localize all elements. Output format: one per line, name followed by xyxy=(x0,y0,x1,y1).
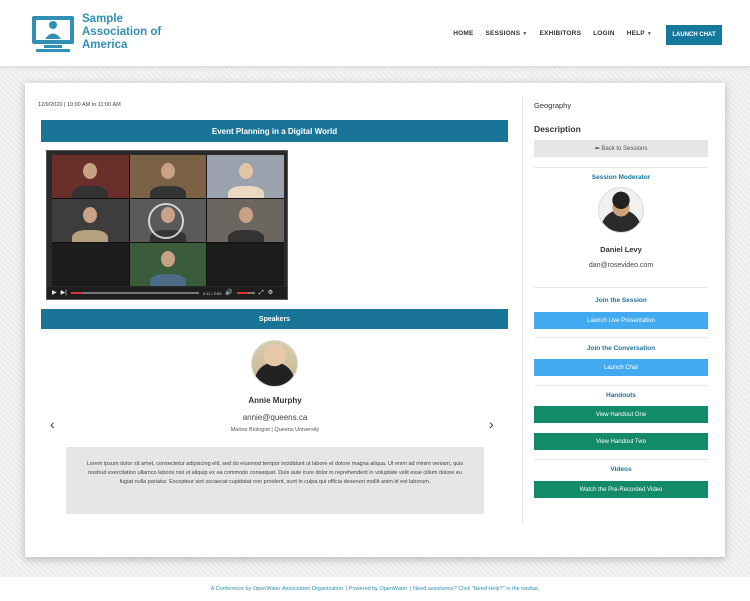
video-tile xyxy=(52,155,129,198)
speaker-name: Annie Murphy xyxy=(248,396,302,405)
launch-chat-button[interactable]: LAUNCH CHAT xyxy=(666,25,722,45)
settings-icon[interactable]: ⚙ xyxy=(268,290,273,296)
sidebar-divider xyxy=(522,97,523,523)
divider xyxy=(534,337,708,338)
chevron-left-icon[interactable]: ‹ xyxy=(50,416,55,432)
org-name[interactable]: Sample Association of America xyxy=(82,13,172,52)
moderator-heading: Session Moderator xyxy=(591,174,651,181)
nav-help[interactable]: HELP ▼ xyxy=(627,30,652,37)
play-icon[interactable]: ▶ xyxy=(52,290,57,296)
nav-exhibitors-label: EXHIBITORS xyxy=(539,30,582,37)
launch-chat-sidebar-button[interactable]: Launch Chat xyxy=(534,359,708,376)
video-tile xyxy=(207,199,284,242)
volume-icon[interactable]: 🔊 xyxy=(225,290,232,296)
main-nav: HOME SESSIONS ▼ EXHIBITORS LOGIN HELP ▼ xyxy=(453,30,652,37)
view-handout-one-button[interactable]: View Handout One xyxy=(534,406,708,423)
video-player[interactable]: ▶ ▶| 0:11 / 2:00 🔊 ⤢ ⚙ xyxy=(46,150,288,300)
caret-down-icon: ▼ xyxy=(522,30,528,37)
view-handout-two-button[interactable]: View Handout Two xyxy=(534,433,708,450)
video-tile xyxy=(207,155,284,198)
divider xyxy=(534,385,708,386)
divider xyxy=(534,287,708,288)
description-heading: Description xyxy=(534,124,581,134)
session-topic: Geography xyxy=(534,101,572,110)
nav-help-label: HELP xyxy=(626,30,645,37)
video-tile xyxy=(52,199,129,242)
moderator-avatar xyxy=(598,187,644,233)
speaker-avatar xyxy=(251,340,298,387)
video-controls: ▶ ▶| 0:11 / 2:00 🔊 ⤢ ⚙ xyxy=(47,287,287,299)
logo-icon[interactable] xyxy=(30,8,76,54)
caret-down-icon: ▼ xyxy=(646,30,652,37)
nav-home-label: HOME xyxy=(453,30,474,37)
join-session-heading: Join the Session xyxy=(595,297,647,304)
divider xyxy=(534,167,708,168)
footer-text[interactable]: A Conference by OpenWater Association Or… xyxy=(211,586,540,592)
speaker-email[interactable]: annie@queens.ca xyxy=(191,413,359,422)
play-overlay-icon[interactable] xyxy=(148,203,184,239)
video-tile xyxy=(207,243,284,286)
nav-sessions[interactable]: SESSIONS ▼ xyxy=(486,30,528,37)
video-time: 0:11 / 2:00 xyxy=(202,290,222,296)
join-conversation-heading: Join the Conversation xyxy=(586,345,656,352)
videos-heading: Videos xyxy=(610,466,632,473)
video-tile xyxy=(129,155,207,198)
launch-live-presentation-button[interactable]: Launch Live Presentation xyxy=(534,312,708,329)
top-header: Sample Association of America HOME SESSI… xyxy=(0,0,750,67)
video-progress-fill xyxy=(70,292,83,294)
divider xyxy=(534,459,708,460)
footer: A Conference by OpenWater Association Or… xyxy=(0,577,750,601)
session-card: 12/9/2020 | 10:00 AM to 11:00 AM Event P… xyxy=(25,83,725,557)
nav-login-label: LOGIN xyxy=(593,30,615,37)
video-tile xyxy=(129,243,207,286)
speakers-heading: Speakers xyxy=(41,309,508,329)
moderator-name: Daniel Levy xyxy=(600,245,642,254)
chevron-right-icon[interactable]: › xyxy=(489,416,494,432)
handouts-heading: Handouts xyxy=(606,392,636,399)
speaker-role: Marine Biologist | Queens University xyxy=(230,427,320,433)
video-progress-bar[interactable] xyxy=(70,292,199,294)
speaker-bio: Lorem ipsum dolor sit amet, consectetur … xyxy=(66,447,484,514)
nav-login[interactable]: LOGIN xyxy=(593,30,615,37)
fullscreen-icon[interactable]: ⤢ xyxy=(259,290,264,296)
nav-exhibitors[interactable]: EXHIBITORS xyxy=(540,30,582,37)
session-title: Event Planning in a Digital World xyxy=(41,120,508,142)
moderator-email[interactable]: dan@rosevideo.com xyxy=(534,262,708,269)
volume-slider[interactable] xyxy=(236,292,255,294)
volume-fill xyxy=(236,292,248,294)
nav-home[interactable]: HOME xyxy=(453,30,473,37)
nav-sessions-label: SESSIONS xyxy=(485,30,521,37)
video-tile xyxy=(52,243,129,286)
skip-icon[interactable]: ▶| xyxy=(61,290,67,296)
watch-prerecorded-video-button[interactable]: Watch the Pre-Recorded Video xyxy=(534,481,708,498)
session-datetime: 12/9/2020 | 10:00 AM to 11:00 AM xyxy=(38,102,121,108)
back-to-sessions-button[interactable]: ⬅ Back to Sessions xyxy=(534,140,708,157)
